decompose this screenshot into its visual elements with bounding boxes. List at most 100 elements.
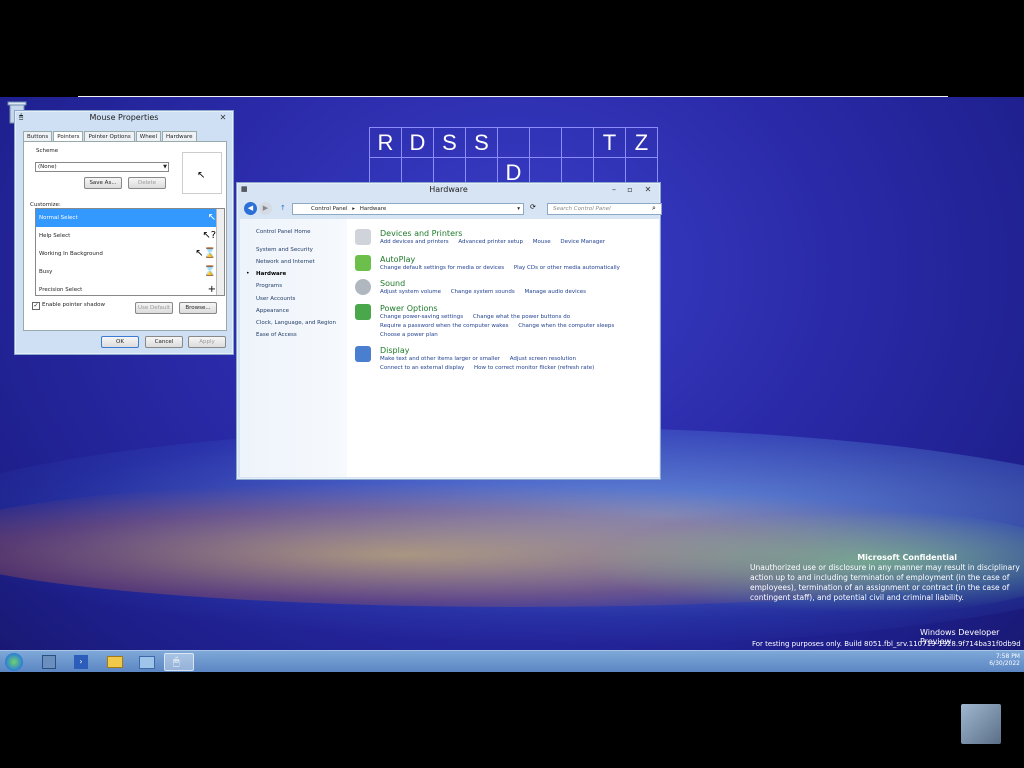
category-title[interactable]: Devices and Printers — [380, 229, 462, 238]
monitor-icon — [355, 346, 371, 362]
hardware-titlebar[interactable]: ▦ Hardware – ▫ ✕ — [237, 183, 660, 199]
back-icon[interactable]: ◀ — [244, 202, 257, 215]
search-input[interactable]: Search Control Panel — [547, 203, 662, 215]
category-links: Connect to an external display How to co… — [380, 365, 602, 371]
nav-control-panel-home[interactable]: Control Panel Home — [256, 229, 310, 235]
clock-date[interactable]: 6/30/2022 — [989, 660, 1020, 667]
list-item[interactable]: Normal Select ↖ — [36, 209, 224, 227]
link[interactable]: Adjust screen resolution — [510, 356, 576, 362]
link[interactable]: Advanced printer setup — [458, 239, 523, 245]
nav-network-and-internet[interactable]: Network and Internet — [256, 259, 315, 265]
browse-button[interactable]: Browse... — [179, 302, 217, 314]
link[interactable]: Manage audio devices — [524, 289, 586, 295]
server-manager-button[interactable] — [34, 653, 64, 671]
save-as-button[interactable]: Save As... — [84, 177, 122, 189]
system-tray[interactable]: 7:58 PM 6/30/2022 — [989, 653, 1020, 667]
nav-hardware[interactable]: Hardware — [256, 271, 286, 277]
breadcrumb-control-panel[interactable]: Control Panel — [311, 206, 347, 212]
cancel-button[interactable]: Cancel — [145, 336, 183, 348]
autoplay-icon — [355, 255, 371, 271]
mouse-properties-button[interactable]: 🖱 — [164, 653, 194, 671]
delete-button[interactable]: Delete — [128, 177, 166, 189]
link[interactable]: Require a password when the computer wak… — [380, 323, 508, 329]
close-icon[interactable]: ✕ — [642, 185, 654, 194]
letter-grid: R D S S T Z D — [369, 127, 658, 188]
link[interactable]: Adjust system volume — [380, 289, 441, 295]
nav-user-accounts[interactable]: User Accounts — [256, 296, 295, 302]
busy-icon: ⌛ — [203, 266, 216, 277]
chevron-down-icon[interactable]: ▾ — [517, 204, 520, 215]
category-title[interactable]: AutoPlay — [380, 255, 415, 264]
link[interactable]: Device Manager — [560, 239, 605, 245]
link[interactable]: Change default settings for media or dev… — [380, 265, 504, 271]
link[interactable]: Choose a power plan — [380, 332, 438, 338]
start-button[interactable] — [2, 653, 26, 671]
list-item[interactable]: Busy ⌛ — [36, 263, 224, 281]
category-title[interactable]: Power Options — [380, 304, 438, 313]
server-manager-icon — [42, 655, 56, 669]
current-bullet-icon: • — [246, 270, 250, 277]
precision-select-icon: + — [207, 284, 216, 295]
nav-ease-of-access[interactable]: Ease of Access — [256, 332, 297, 338]
list-item[interactable]: Help Select ↖? — [36, 227, 224, 245]
list-item[interactable]: Working In Background ↖⌛ — [36, 245, 224, 263]
mouse-properties-window: 🖱 Mouse Properties ✕ Buttons Pointers Po… — [14, 110, 234, 355]
mouse-properties-titlebar[interactable]: 🖱 Mouse Properties ✕ — [15, 111, 233, 127]
nav-appearance[interactable]: Appearance — [256, 308, 289, 314]
link[interactable]: Change power-saving settings — [380, 314, 463, 320]
scheme-dropdown[interactable]: (None) ▼ — [35, 162, 169, 172]
apply-button[interactable]: Apply — [188, 336, 226, 348]
cursor-preview: ↖ — [182, 152, 222, 194]
grid-cell — [562, 128, 594, 158]
forward-icon[interactable]: ▶ — [259, 202, 272, 215]
nav-programs[interactable]: Programs — [256, 283, 282, 289]
close-icon[interactable]: ✕ — [217, 113, 229, 122]
control-panel-button[interactable] — [132, 653, 162, 671]
grid-cell: S — [434, 128, 466, 158]
arrow-cursor-icon: ↖ — [197, 170, 206, 181]
link[interactable]: Change when the computer sleeps — [518, 323, 614, 329]
category-links: Change default settings for media or dev… — [380, 265, 628, 271]
use-default-button[interactable]: Use Default — [135, 302, 173, 314]
up-arrow-icon[interactable]: ↑ — [280, 204, 286, 212]
category-title[interactable]: Display — [380, 346, 410, 355]
category-title[interactable]: Sound — [380, 279, 405, 288]
list-item[interactable]: Precision Select + — [36, 281, 224, 295]
file-explorer-button[interactable] — [100, 653, 130, 671]
breadcrumb-hardware[interactable]: Hardware — [360, 206, 387, 212]
minimize-icon[interactable]: – — [608, 185, 620, 194]
normal-select-icon: ↖ — [207, 212, 216, 223]
hardware-window: ▦ Hardware – ▫ ✕ ◀ ▶ ↑ Control Panel ▸ H… — [236, 182, 662, 480]
maximize-icon[interactable]: ▫ — [624, 185, 636, 194]
nav-clock-language-region[interactable]: Clock, Language, and Region — [256, 320, 336, 326]
link[interactable]: Connect to an external display — [380, 365, 464, 371]
watermark-build: For testing purposes only. Build 8051.fb… — [752, 640, 1021, 648]
powershell-button[interactable]: › — [66, 653, 96, 671]
enable-shadow-checkbox[interactable]: ✓ — [32, 302, 40, 310]
category-links: Add devices and printers Advanced printe… — [380, 239, 613, 245]
cursor-label: Busy — [39, 269, 53, 275]
cursor-list-scrollbar[interactable] — [216, 209, 224, 295]
link[interactable]: Mouse — [533, 239, 551, 245]
grid-cell: Z — [626, 128, 658, 158]
link[interactable]: Play CDs or other media automatically — [514, 265, 620, 271]
link[interactable]: Change system sounds — [451, 289, 515, 295]
cursor-list[interactable]: Normal Select ↖ Help Select ↖? Working I… — [35, 208, 225, 296]
cursor-label: Precision Select — [39, 287, 83, 293]
link[interactable]: Add devices and printers — [380, 239, 449, 245]
grid-cell — [530, 128, 562, 158]
cursor-label: Normal Select — [39, 215, 78, 221]
nav-system-and-security[interactable]: System and Security — [256, 247, 313, 253]
link[interactable]: Change what the power buttons do — [473, 314, 570, 320]
link[interactable]: How to correct monitor flicker (refresh … — [474, 365, 594, 371]
grid-cell — [498, 128, 530, 158]
refresh-icon[interactable]: ⟳ — [530, 203, 536, 211]
link[interactable]: Make text and other items larger or smal… — [380, 356, 500, 362]
ok-button[interactable]: OK — [101, 336, 139, 348]
clock-time[interactable]: 7:58 PM — [989, 653, 1020, 660]
category-links: Require a password when the computer wak… — [380, 323, 622, 329]
help-select-icon: ↖? — [202, 230, 216, 241]
address-bar[interactable]: Control Panel ▸ Hardware ▾ — [292, 203, 524, 215]
window-title: Hardware — [429, 185, 468, 194]
category-links: Make text and other items larger or smal… — [380, 356, 584, 362]
